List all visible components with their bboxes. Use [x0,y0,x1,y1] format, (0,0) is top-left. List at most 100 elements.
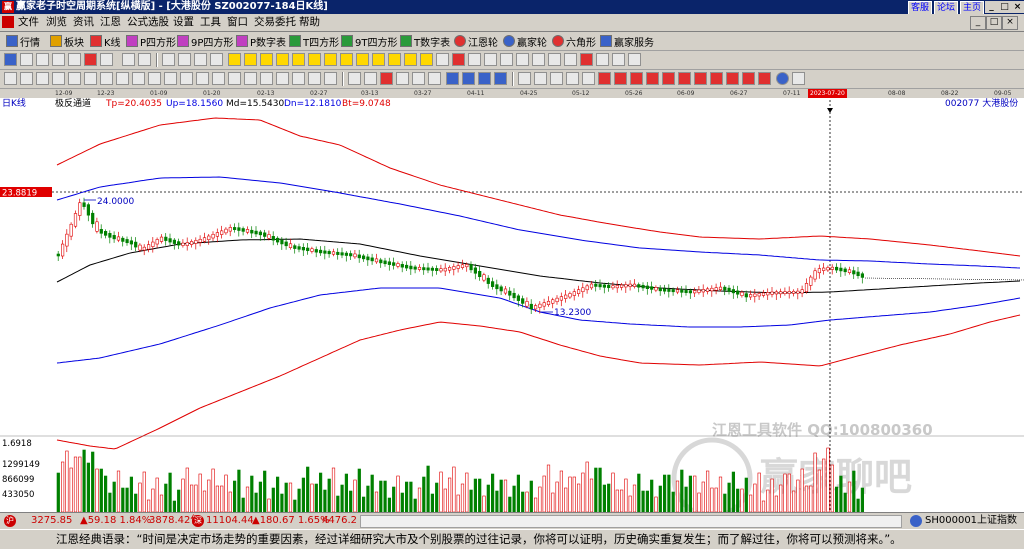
grid-icon[interactable] [68,53,81,66]
bar-chart-3-icon[interactable] [52,72,65,85]
bar-chart-2-icon[interactable] [36,72,49,85]
link-forum[interactable]: 论坛 [933,1,958,15]
diagonal-icon[interactable] [516,53,529,66]
diamond-right-2-icon[interactable] [324,53,337,66]
pointer-icon[interactable] [4,72,17,85]
bar-chart-14-icon[interactable] [228,72,241,85]
chart-4-icon[interactable] [582,72,595,85]
window-icon[interactable] [4,53,17,66]
bar-chart-5-icon[interactable] [84,72,97,85]
bar-chart-16-icon[interactable] [260,72,273,85]
lines-icon[interactable] [628,53,641,66]
menu-file[interactable]: 文件 [18,15,39,30]
menu-window[interactable]: 窗口 [227,15,248,30]
fib-icon[interactable] [428,72,441,85]
menu-settings[interactable]: 设置 [173,15,194,30]
tool-hexagon[interactable]: 六角形 [552,33,596,49]
bar-chart-15-icon[interactable] [244,72,257,85]
table-2-icon[interactable] [462,72,475,85]
arrow-down-icon[interactable] [388,53,401,66]
crosshair-icon[interactable] [138,53,151,66]
bar-chart-4-icon[interactable] [68,72,81,85]
bar-chart-12-icon[interactable] [196,72,209,85]
flag-4-icon[interactable] [630,72,643,85]
triangle-down-icon[interactable] [420,53,433,66]
diamond-left-icon[interactable] [244,53,257,66]
number-1-icon[interactable] [100,53,113,66]
tool-quote[interactable]: 行情 [6,33,40,49]
channel-icon[interactable] [564,53,577,66]
menu-info[interactable]: 资讯 [73,15,94,30]
diamond-left-2-icon[interactable] [308,53,321,66]
eraser-icon[interactable] [36,53,49,66]
diamond-down-icon[interactable] [292,53,305,66]
fan-icon[interactable] [580,53,593,66]
globe-icon[interactable] [776,72,789,85]
cross-icon[interactable] [500,53,513,66]
status-scroll[interactable] [360,515,902,528]
up-trend-icon[interactable] [412,72,425,85]
ray-icon[interactable] [548,53,561,66]
box-icon[interactable] [596,53,609,66]
flag-5-icon[interactable] [646,72,659,85]
bar-chart-8-icon[interactable] [132,72,145,85]
ruler-icon[interactable] [532,53,545,66]
menu-gann[interactable]: 江恩 [100,15,121,30]
bar-chart-17-icon[interactable] [276,72,289,85]
first-icon[interactable] [162,53,175,66]
flag-2-icon[interactable] [598,72,611,85]
table-3-icon[interactable] [478,72,491,85]
minimize-button[interactable]: _ [985,1,998,13]
chart-icon[interactable] [534,72,547,85]
flag-9-icon[interactable] [710,72,723,85]
triangle-icon[interactable] [404,53,417,66]
tool-t-square[interactable]: T四方形 [289,33,339,49]
flag-6-icon[interactable] [662,72,675,85]
tool-service[interactable]: 赢家服务 [600,33,654,49]
kline-chart[interactable]: 江恩工具软件 QQ:100800360 赢家聊吧 日K线 极反通道 Tp=20.… [0,98,1024,512]
menu-trade[interactable]: 交易委托 [254,15,296,30]
step-back-icon[interactable] [194,53,207,66]
menu-help[interactable]: 帮助 [299,15,320,30]
bar-chart-9-icon[interactable] [148,72,161,85]
tool-winner-wheel[interactable]: 赢家轮 [503,33,547,49]
bar-chart-11-icon[interactable] [180,72,193,85]
bar-chart-6-icon[interactable] [100,72,113,85]
infinity-icon[interactable] [792,72,805,85]
angle-icon[interactable] [396,72,409,85]
table-icon[interactable] [446,72,459,85]
chart-2-icon[interactable] [550,72,563,85]
bar-chart-18-icon[interactable] [292,72,305,85]
bar-chart-icon[interactable] [20,72,33,85]
flag-3-icon[interactable] [614,72,627,85]
play-back-icon[interactable] [178,53,191,66]
tool-gann-wheel[interactable]: 江恩轮 [454,33,498,49]
x-mark-icon[interactable] [452,53,465,66]
link-home[interactable]: 主页 [959,1,984,15]
tool-9t-square[interactable]: 9T四方形 [341,33,397,49]
flag-7-icon[interactable] [678,72,691,85]
mdi-minimize-button[interactable]: _ [970,16,986,30]
menu-browse[interactable]: 浏览 [46,15,67,30]
text-icon[interactable] [468,53,481,66]
menu-tools[interactable]: 工具 [200,15,221,30]
flag-10-icon[interactable] [726,72,739,85]
bar-chart-19-icon[interactable] [308,72,321,85]
diamond-fill-icon[interactable] [340,53,353,66]
diamond-up-icon[interactable] [276,53,289,66]
mdi-restore-button[interactable]: □ [986,16,1002,30]
flag-8-icon[interactable] [694,72,707,85]
diamond-hollow-icon[interactable] [356,53,369,66]
bar-chart-7-icon[interactable] [116,72,129,85]
list-icon[interactable] [518,72,531,85]
flag-icon[interactable] [84,53,97,66]
search-icon[interactable] [52,53,65,66]
grid-2-icon[interactable] [612,53,625,66]
diamond-icon[interactable] [228,53,241,66]
step-forward-icon[interactable] [210,53,223,66]
bar-chart-20-icon[interactable] [324,72,337,85]
pen-icon[interactable] [484,53,497,66]
menu-formula[interactable]: 公式选股 [127,15,169,30]
chart-3-icon[interactable] [566,72,579,85]
tool-t-table[interactable]: T数字表 [400,33,450,49]
